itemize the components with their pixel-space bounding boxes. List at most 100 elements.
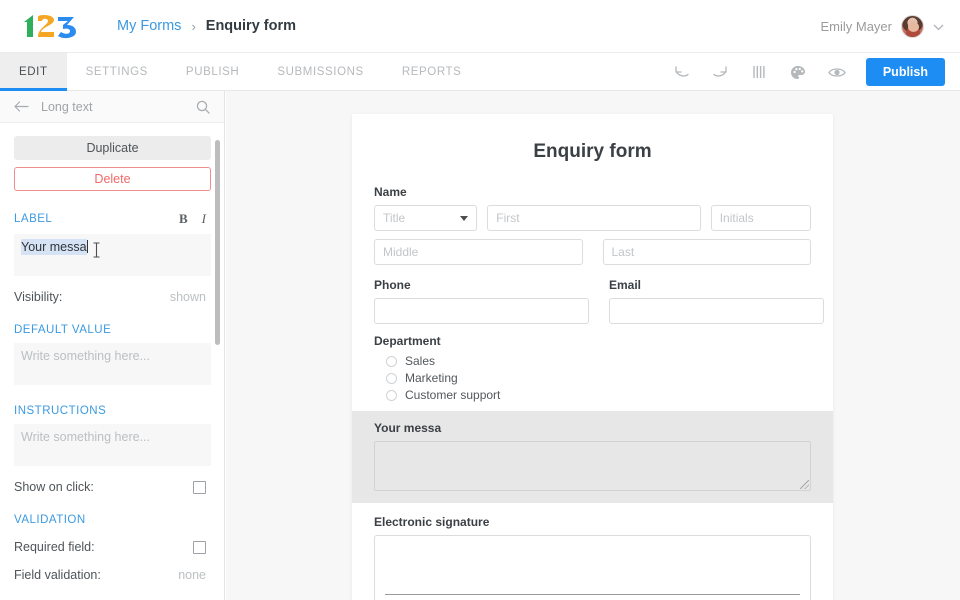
tab-publish-label: PUBLISH xyxy=(186,66,239,78)
label-input-value: Your messa xyxy=(21,239,87,255)
name-title-select[interactable]: Title xyxy=(374,205,477,231)
phone-email-row: Phone Email xyxy=(374,278,811,324)
department-option-customer-support[interactable]: Customer support xyxy=(374,388,811,402)
name-row-1: Title First Initials xyxy=(374,205,811,231)
required-field-row: Required field: xyxy=(14,540,210,554)
breadcrumb-separator: › xyxy=(191,19,195,34)
field-department[interactable]: Department Sales Marketing Customer supp… xyxy=(374,334,811,402)
default-value-section-header: DEFAULT VALUE xyxy=(14,324,210,336)
signature-pad[interactable]: Clear xyxy=(374,535,811,600)
tab-reports-label: REPORTS xyxy=(402,66,462,78)
phone-input[interactable] xyxy=(374,298,589,324)
editor-toolbar: Publish xyxy=(662,53,945,91)
name-first-placeholder: First xyxy=(496,211,519,225)
field-phone-label: Phone xyxy=(374,278,589,292)
breadcrumb-my-forms[interactable]: My Forms xyxy=(117,18,181,34)
visibility-row: Visibility: shown xyxy=(14,290,210,304)
delete-button[interactable]: Delete xyxy=(14,167,211,191)
field-phone[interactable]: Phone xyxy=(374,278,589,324)
your-message-textarea[interactable] xyxy=(374,441,811,491)
text-caret xyxy=(87,240,88,253)
search-icon[interactable] xyxy=(196,100,210,114)
required-field-key: Required field: xyxy=(14,540,95,554)
form-canvas: Enquiry form Name Title First Initials M… xyxy=(226,91,960,600)
name-initials-placeholder: Initials xyxy=(720,211,754,225)
top-bar: My Forms › Enquiry form Emily Mayer xyxy=(0,0,960,53)
field-electronic-signature[interactable]: Electronic signature Clear xyxy=(374,515,811,600)
field-signature-label: Electronic signature xyxy=(374,515,811,529)
name-initials-input[interactable]: Initials xyxy=(711,205,811,231)
tab-reports[interactable]: REPORTS xyxy=(383,53,481,90)
name-row-2: Middle Last xyxy=(374,239,811,265)
tab-edit-label: EDIT xyxy=(19,66,48,78)
tab-edit[interactable]: EDIT xyxy=(0,53,67,90)
sidebar-field-type: Long text xyxy=(41,100,184,114)
label-input[interactable]: Your messa xyxy=(14,234,211,276)
undo-icon[interactable] xyxy=(662,53,701,91)
chevron-down-icon[interactable] xyxy=(933,21,944,33)
email-input[interactable] xyxy=(609,298,824,324)
field-name-label: Name xyxy=(374,185,811,199)
show-on-click-checkbox[interactable] xyxy=(193,481,206,494)
name-last-placeholder: Last xyxy=(612,245,635,259)
visibility-value[interactable]: shown xyxy=(170,290,206,304)
tab-submissions[interactable]: SUBMISSIONS xyxy=(258,53,382,90)
field-name[interactable]: Name Title First Initials Middle Last xyxy=(374,185,811,265)
app-logo[interactable] xyxy=(20,13,78,39)
radio-icon[interactable] xyxy=(386,373,397,384)
radio-icon[interactable] xyxy=(386,356,397,367)
preview-eye-icon[interactable] xyxy=(818,53,857,91)
ibeam-cursor-icon xyxy=(92,242,101,258)
default-value-input[interactable]: Write something here... xyxy=(14,343,211,385)
palette-icon[interactable] xyxy=(779,53,818,91)
tab-submissions-label: SUBMISSIONS xyxy=(277,66,363,78)
tab-publish[interactable]: PUBLISH xyxy=(167,53,258,90)
department-option-sales-label: Sales xyxy=(405,354,435,368)
form-card: Enquiry form Name Title First Initials M… xyxy=(352,114,833,600)
department-option-customer-support-label: Customer support xyxy=(405,388,500,402)
field-email-label: Email xyxy=(609,278,824,292)
department-option-marketing-label: Marketing xyxy=(405,371,458,385)
bold-icon[interactable]: B xyxy=(179,211,188,227)
resize-grip-icon[interactable] xyxy=(800,480,809,489)
name-middle-placeholder: Middle xyxy=(383,245,418,259)
required-field-checkbox[interactable] xyxy=(193,541,206,554)
department-option-marketing[interactable]: Marketing xyxy=(374,371,811,385)
instructions-input[interactable]: Write something here... xyxy=(14,424,211,466)
form-title: Enquiry form xyxy=(374,141,811,163)
duplicate-button[interactable]: Duplicate xyxy=(14,136,211,160)
tab-bar: EDIT SETTINGS PUBLISH SUBMISSIONS REPORT… xyxy=(0,53,960,91)
redo-icon[interactable] xyxy=(701,53,740,91)
user-menu[interactable]: Emily Mayer xyxy=(820,0,944,53)
instructions-heading: INSTRUCTIONS xyxy=(14,405,106,417)
field-email[interactable]: Email xyxy=(609,278,824,324)
rich-text-tools: B I xyxy=(179,211,210,227)
user-name: Emily Mayer xyxy=(820,19,892,34)
sidebar-body: Duplicate Delete LABEL B I Your messa Vi… xyxy=(0,123,224,582)
instructions-section-header: INSTRUCTIONS xyxy=(14,405,210,417)
name-title-placeholder: Title xyxy=(383,211,405,225)
publish-button[interactable]: Publish xyxy=(866,58,945,86)
name-first-input[interactable]: First xyxy=(487,205,700,231)
field-validation-value[interactable]: none xyxy=(178,568,206,582)
label-section-heading: LABEL xyxy=(14,213,52,225)
label-section-header: LABEL B I xyxy=(14,211,210,227)
breadcrumb: My Forms › Enquiry form xyxy=(117,18,296,34)
name-middle-input[interactable]: Middle xyxy=(374,239,583,265)
field-your-message-label: Your messa xyxy=(374,421,811,435)
avatar[interactable] xyxy=(901,15,924,38)
field-validation-row: Field validation: none xyxy=(14,568,210,582)
breadcrumb-current: Enquiry form xyxy=(206,18,296,34)
department-option-sales[interactable]: Sales xyxy=(374,354,811,368)
arrow-left-icon[interactable] xyxy=(14,101,29,112)
field-your-message-selected[interactable]: Your messa xyxy=(352,411,833,503)
tab-settings[interactable]: SETTINGS xyxy=(67,53,167,90)
italic-icon[interactable]: I xyxy=(202,211,206,227)
show-on-click-row: Show on click: xyxy=(14,480,210,494)
sidebar-scrollbar[interactable] xyxy=(215,140,220,345)
name-last-input[interactable]: Last xyxy=(603,239,812,265)
radio-icon[interactable] xyxy=(386,390,397,401)
field-department-label: Department xyxy=(374,334,811,348)
chevron-down-icon xyxy=(460,216,468,221)
form-columns-icon[interactable] xyxy=(740,53,779,91)
